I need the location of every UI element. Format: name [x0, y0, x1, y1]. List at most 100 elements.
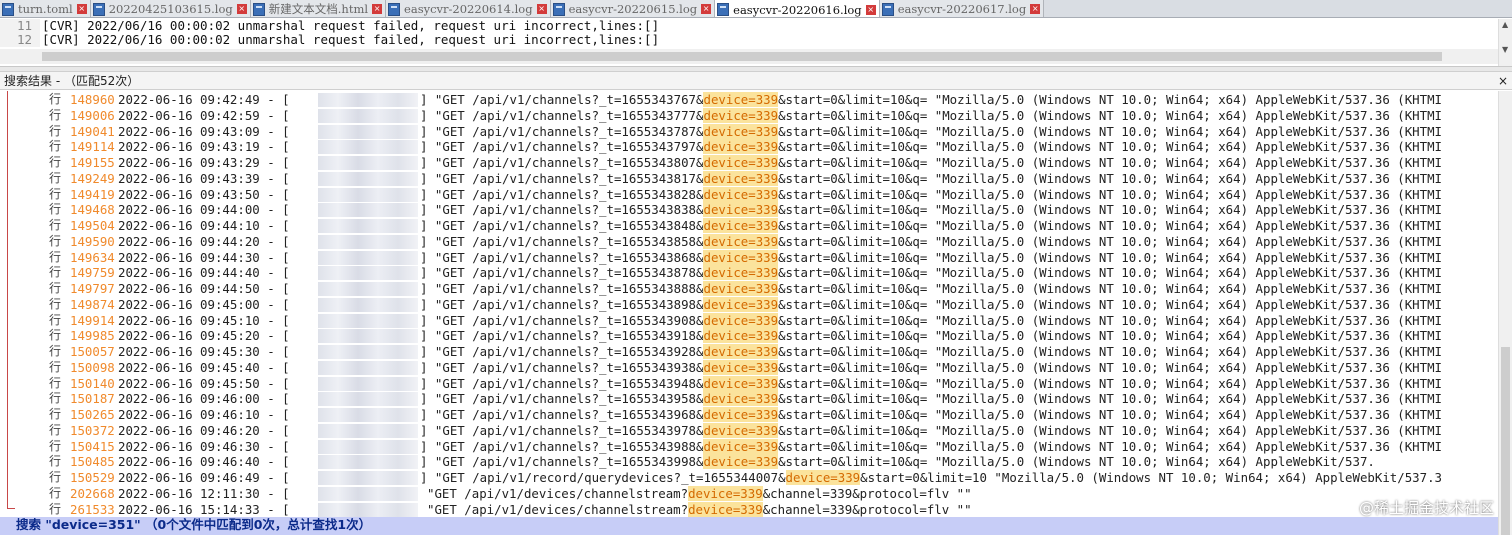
result-timestamp: 2022-06-16 09:43:50 - [: [118, 186, 290, 202]
match-highlight: device=339: [703, 454, 779, 470]
result-line-number[interactable]: 202668: [70, 486, 115, 502]
result-line-number[interactable]: 150187: [70, 391, 115, 407]
request-suffix: &start=0&limit=10&q= "Mozilla/5.0 (Windo…: [778, 344, 1443, 359]
match-highlight: device=339: [688, 501, 763, 517]
result-row[interactable]: 行 149590 2022-06-16 09:44:20 - [] "GET /ap…: [0, 233, 1498, 250]
result-line-number[interactable]: 150265: [70, 407, 115, 423]
scroll-thumb[interactable]: [42, 52, 1442, 61]
result-row[interactable]: 行 150265 2022-06-16 09:46:10 - [] "GET /ap…: [0, 407, 1498, 423]
result-request: ] "GET /api/v1/channels?_t=1655343828&de…: [420, 186, 1442, 203]
result-row[interactable]: 行 149006 2022-06-16 09:42:59 - [] "GET /ap…: [0, 107, 1498, 124]
result-line-number[interactable]: 149504: [70, 218, 115, 234]
tab-7[interactable]: easycvr-20220617.log ×: [879, 0, 1045, 17]
result-row[interactable]: 行 149914 2022-06-16 09:45:10 - [] "GET /ap…: [0, 312, 1498, 329]
result-row[interactable]: 行 149985 2022-06-16 09:45:20 - [] "GET /ap…: [0, 328, 1498, 344]
tab-3[interactable]: 新建文本文档.html ×: [250, 0, 387, 17]
result-row[interactable]: 行 149468 2022-06-16 09:44:00 - [] "GET /ap…: [0, 202, 1498, 218]
line-text: [CVR] 2022/06/16 00:00:02 unmarshal requ…: [42, 19, 660, 33]
request-suffix: &start=0&limit=10&q= "Mozilla/5.0 (Windo…: [778, 92, 1443, 107]
result-row[interactable]: 行 148960 2022-06-16 09:42:49 - [] "GET /ap…: [0, 92, 1498, 108]
close-tab-icon[interactable]: ×: [372, 4, 383, 14]
result-line-number[interactable]: 150485: [70, 454, 115, 470]
result-row[interactable]: 行 149759 2022-06-16 09:44:40 - [] "GET /ap…: [0, 265, 1498, 281]
result-row[interactable]: 行 149041 2022-06-16 09:43:09 - [] "GET /ap…: [0, 123, 1498, 140]
scroll-down-icon[interactable]: ▼: [1502, 45, 1508, 54]
result-line-number[interactable]: 149874: [70, 297, 115, 313]
scroll-thumb[interactable]: [1501, 347, 1510, 535]
editor-pane[interactable]: 11 [CVR] 2022/06/16 00:00:02 unmarshal r…: [0, 19, 1512, 67]
close-tab-icon[interactable]: ×: [76, 4, 87, 14]
result-row[interactable]: 行 149504 2022-06-16 09:44:10 - [] "GET /ap…: [0, 218, 1498, 234]
result-row[interactable]: 行 149874 2022-06-16 09:45:00 - [] "GET /ap…: [0, 296, 1498, 313]
tab-2[interactable]: 20220425103615.log ×: [90, 0, 251, 17]
result-line-number[interactable]: 149759: [70, 265, 115, 281]
result-line-number[interactable]: 261533: [70, 502, 115, 518]
result-line-number[interactable]: 150529: [70, 470, 115, 486]
tab-5[interactable]: easycvr-20220615.log ×: [550, 0, 716, 17]
result-row[interactable]: 行 149114 2022-06-16 09:43:19 - [] "GET /ap…: [0, 139, 1498, 155]
result-line-number[interactable]: 149985: [70, 328, 115, 344]
match-highlight: device=339: [703, 107, 779, 123]
tab-6[interactable]: easycvr-20220616.log ×: [715, 0, 880, 17]
scroll-up-icon[interactable]: ▲: [1502, 20, 1508, 29]
redacted-ip: [318, 124, 418, 139]
close-tab-icon[interactable]: ×: [865, 4, 876, 15]
tab-label: turn.toml: [18, 2, 73, 16]
close-tab-icon[interactable]: ×: [701, 4, 712, 14]
result-line-number[interactable]: 149797: [70, 281, 115, 297]
request-prefix: "GET /api/v1/channels?_t=1655343777&: [434, 107, 704, 123]
result-row[interactable]: 行 149797 2022-06-16 09:44:50 - [] "GET /ap…: [0, 281, 1498, 297]
result-row[interactable]: 行 149634 2022-06-16 09:44:30 - [] "GET /ap…: [0, 249, 1498, 266]
result-row[interactable]: 行 150529 2022-06-16 09:46:49 - [] "GET /ap…: [0, 470, 1498, 486]
result-line-number[interactable]: 149249: [70, 171, 115, 187]
result-line-number[interactable]: 149155: [70, 155, 115, 171]
result-row[interactable]: 行 150372 2022-06-16 09:46:20 - [] "GET /ap…: [0, 422, 1498, 439]
result-row[interactable]: 行 150098 2022-06-16 09:45:40 - [] "GET /ap…: [0, 359, 1498, 376]
result-row[interactable]: 行 150415 2022-06-16 09:46:30 - [] "GET /ap…: [0, 438, 1498, 455]
result-line-number[interactable]: 150415: [70, 439, 115, 455]
line-prefix: 行: [49, 92, 62, 106]
result-line-number[interactable]: 149634: [70, 250, 115, 266]
result-line-number[interactable]: 150372: [70, 423, 115, 439]
result-timestamp: 2022-06-16 09:44:50 - [: [118, 281, 290, 296]
vertical-scrollbar[interactable]: ▲ ▼: [1498, 19, 1512, 66]
result-row[interactable]: 行 202668 2022-06-16 12:11:30 - ["GET /api/…: [0, 485, 1498, 502]
close-tab-icon[interactable]: ×: [236, 4, 247, 14]
result-row[interactable]: 行 150140 2022-06-16 09:45:50 - [] "GET /ap…: [0, 375, 1498, 392]
result-line-number[interactable]: 149041: [70, 124, 115, 140]
result-line-number[interactable]: 149590: [70, 234, 115, 250]
result-line-number[interactable]: 150098: [70, 360, 115, 376]
result-request: ] "GET /api/v1/channels?_t=1655343797&de…: [420, 139, 1442, 155]
redacted-ip: [318, 502, 418, 517]
close-tab-icon[interactable]: ×: [536, 4, 547, 14]
result-row[interactable]: 行 150485 2022-06-16 09:46:40 - [] "GET /ap…: [0, 454, 1498, 470]
result-line-number[interactable]: 149914: [70, 313, 115, 329]
result-line-number[interactable]: 149006: [70, 108, 115, 124]
bracket: ]: [420, 107, 435, 123]
result-row[interactable]: 行 149249 2022-06-16 09:43:39 - [] "GET /ap…: [0, 170, 1498, 187]
redacted-ip: [318, 486, 418, 501]
result-line-number[interactable]: 150140: [70, 376, 115, 392]
result-line-number[interactable]: 149114: [70, 139, 115, 155]
result-line-number[interactable]: 149468: [70, 202, 115, 218]
result-line-number[interactable]: 150057: [70, 344, 115, 360]
close-tab-icon[interactable]: ×: [1030, 4, 1041, 14]
request-prefix: "GET /api/v1/channels?_t=1655343838&: [434, 202, 704, 218]
result-row[interactable]: 行 261533 2022-06-16 15:14:33 - ["GET /api/…: [0, 501, 1498, 518]
request-suffix: &start=0&limit=10&q= "Mozilla/5.0 (Windo…: [778, 296, 1443, 312]
result-line-number[interactable]: 148960: [70, 92, 115, 108]
tab-4[interactable]: easycvr-20220614.log ×: [386, 0, 551, 17]
search-results-list[interactable]: 行 148960 2022-06-16 09:42:49 - [] "GET /ap…: [0, 91, 1498, 535]
results-vertical-scrollbar[interactable]: [1498, 91, 1512, 535]
result-row[interactable]: 行 150187 2022-06-16 09:46:00 - [] "GET /ap…: [0, 391, 1498, 407]
file-icon: [717, 3, 730, 16]
result-row[interactable]: 行 149155 2022-06-16 09:43:29 - [] "GET /ap…: [0, 155, 1498, 171]
close-icon[interactable]: ×: [1498, 74, 1508, 88]
result-row[interactable]: 行 149419 2022-06-16 09:43:50 - [] "GET /ap…: [0, 186, 1498, 203]
result-timestamp: 2022-06-16 09:46:40 - [: [118, 454, 290, 470]
result-row[interactable]: 行 150057 2022-06-16 09:45:30 - [] "GET /ap…: [0, 344, 1498, 360]
result-line-number[interactable]: 149419: [70, 187, 115, 203]
horizontal-scrollbar[interactable]: [0, 49, 1498, 64]
tab-1[interactable]: turn.toml ×: [0, 0, 91, 17]
bracket: ]: [420, 170, 435, 186]
